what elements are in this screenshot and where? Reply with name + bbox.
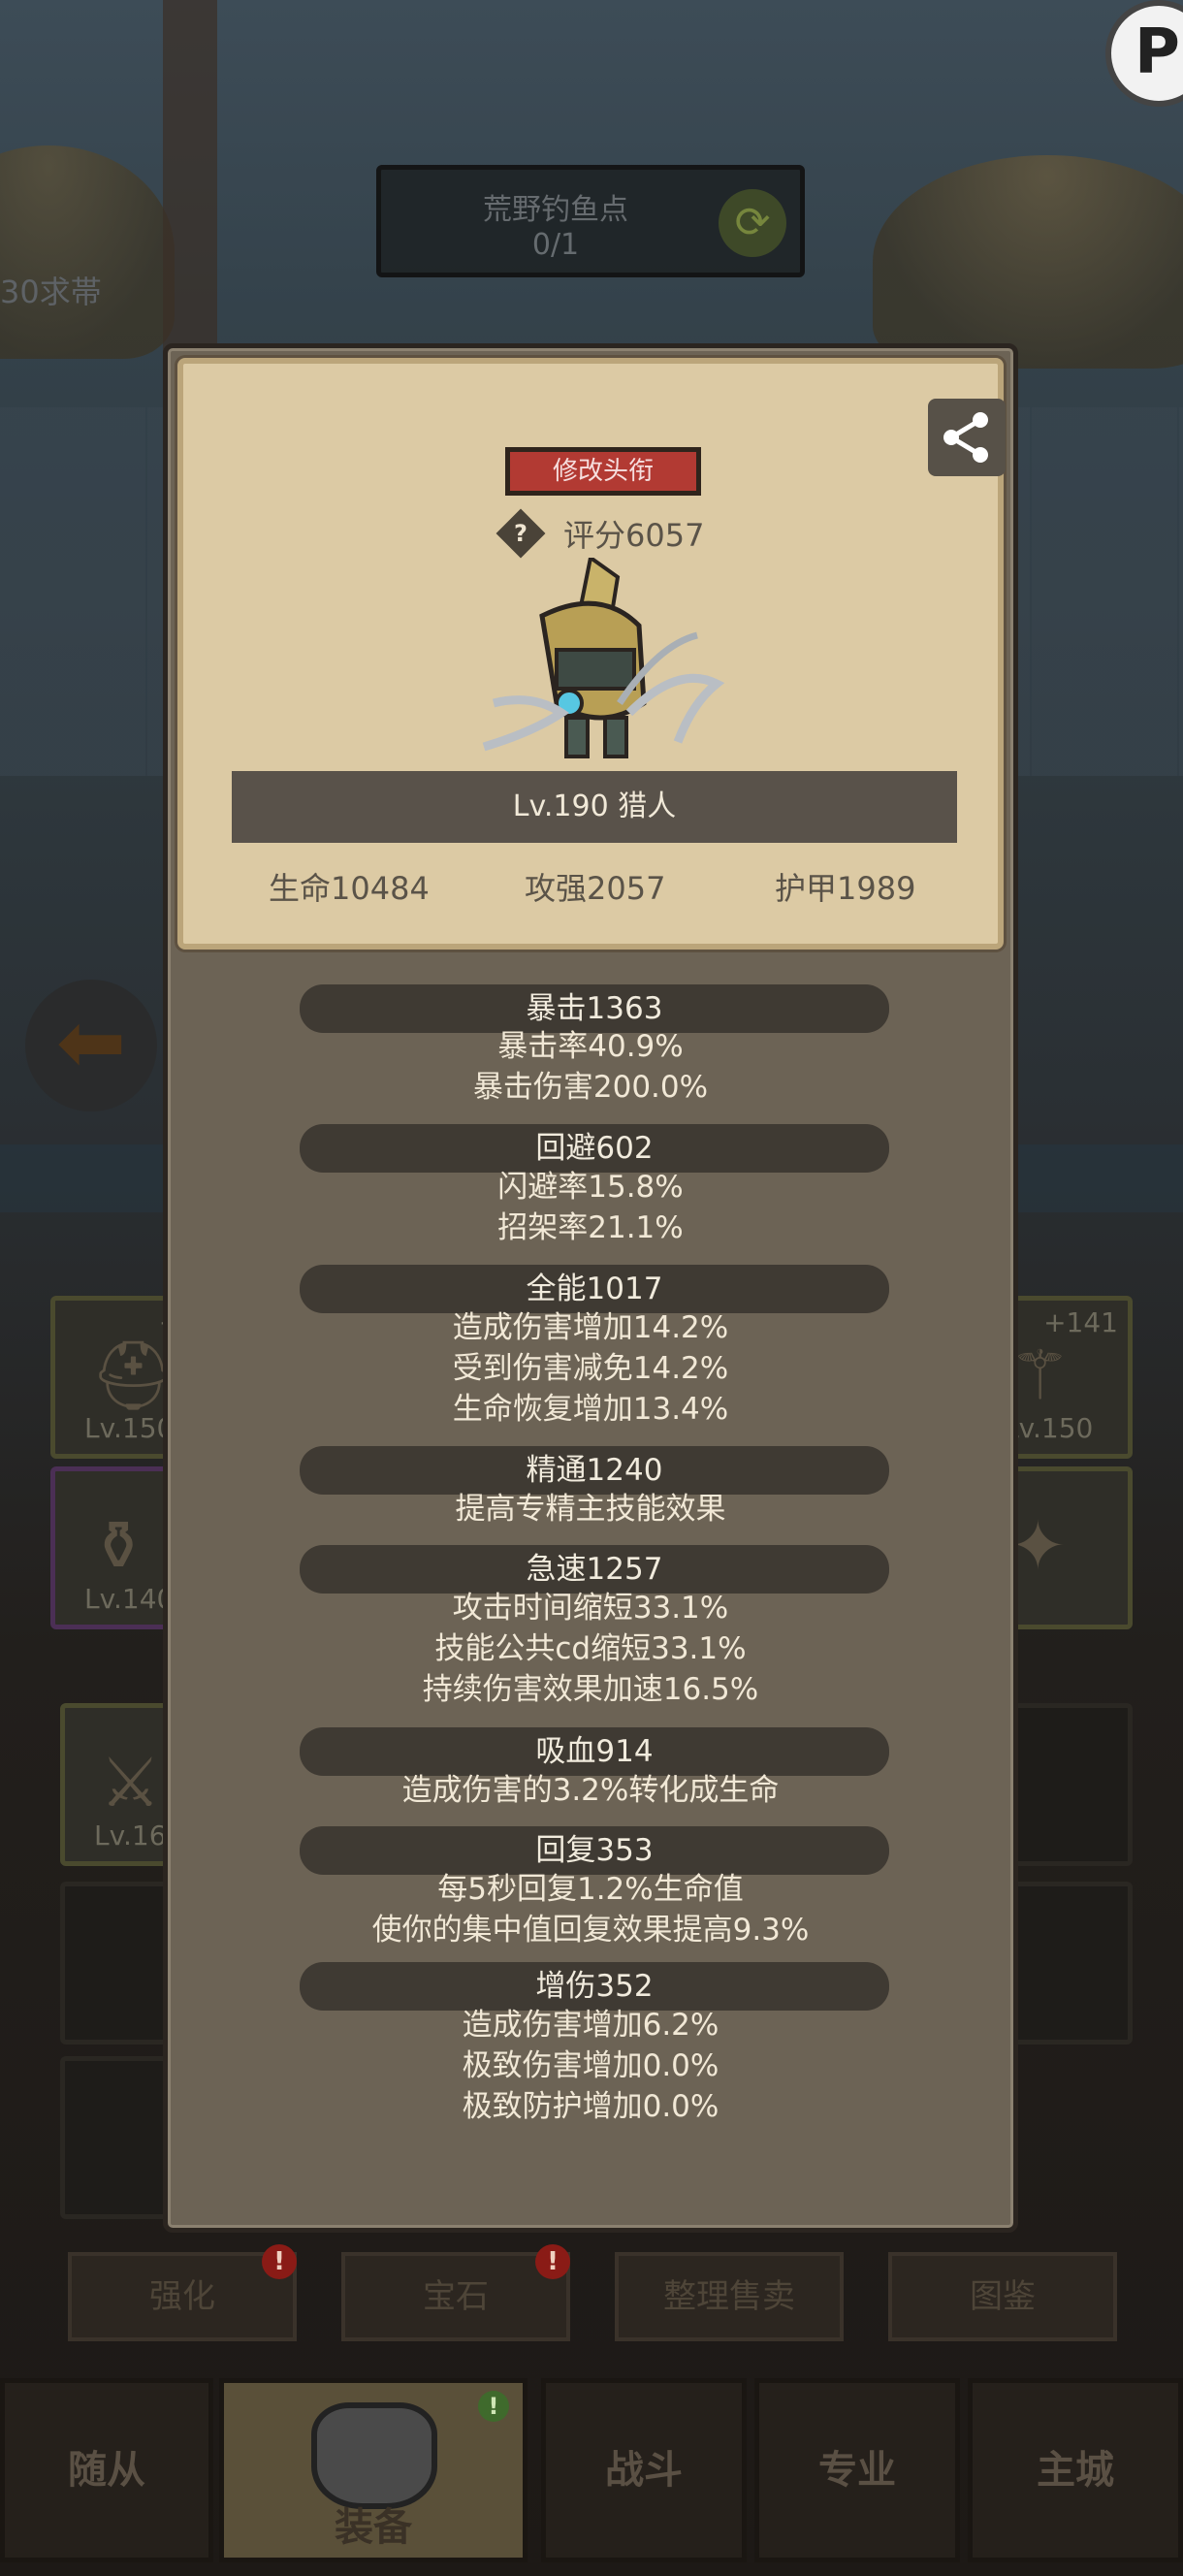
stat-line: 技能公共cd缩短33.1% bbox=[434, 1631, 747, 1666]
stat-line: 生命恢复增加13.4% bbox=[452, 1392, 729, 1427]
sort-sell-label: 整理售卖 bbox=[663, 2277, 795, 2316]
hunter-character bbox=[482, 558, 725, 758]
gem-button[interactable]: 宝石 ! bbox=[341, 2244, 570, 2341]
wooden-pole bbox=[163, 0, 217, 369]
share-icon bbox=[943, 412, 988, 463]
stat-group-header: 暴击1363 bbox=[300, 984, 889, 1033]
hut-right bbox=[873, 155, 1183, 369]
location-count: 0/1 bbox=[531, 228, 580, 262]
nav-badge: ! bbox=[478, 2391, 509, 2422]
nav-tab-battle[interactable]: 战斗 bbox=[541, 2378, 747, 2562]
location-box[interactable]: 荒野钓鱼点 0/1 ⟳ bbox=[376, 165, 805, 277]
enhance-label: 强化 bbox=[149, 2277, 215, 2316]
slot-plus: +141 bbox=[1043, 1306, 1118, 1338]
stat-line: 闪避率15.8% bbox=[497, 1170, 684, 1205]
stat-line: 受到伤害减免14.2% bbox=[452, 1351, 729, 1386]
stat-line: 造成伤害增加14.2% bbox=[452, 1310, 729, 1345]
slot-level: Lv.140 bbox=[84, 1583, 175, 1615]
stat-armor: 护甲1989 bbox=[775, 870, 916, 907]
stat-hp: 生命10484 bbox=[269, 870, 430, 907]
enhance-button[interactable]: 强化 ! bbox=[68, 2244, 297, 2341]
corner-logo[interactable]: P bbox=[1105, 0, 1183, 107]
slot-level: Lv.150 bbox=[84, 1412, 175, 1444]
alert-badge: ! bbox=[535, 2244, 570, 2279]
location-name: 荒野钓鱼点 bbox=[483, 193, 628, 227]
stat-group-header: 吸血914 bbox=[300, 1727, 889, 1776]
stat-line: 攻击时间缩短33.1% bbox=[452, 1591, 729, 1626]
stat-line: 极致防护增加0.0% bbox=[462, 2089, 719, 2124]
stat-group-header: 回避602 bbox=[300, 1124, 889, 1173]
back-button[interactable]: ⬅ bbox=[25, 980, 157, 1111]
codex-button[interactable]: 图鉴 bbox=[888, 2252, 1117, 2341]
nav-tab-followers[interactable]: 随从 bbox=[0, 2378, 213, 2562]
stat-attack: 攻强2057 bbox=[525, 870, 666, 907]
nav-label: 装备 bbox=[335, 2505, 412, 2550]
wand-icon: ⚚ bbox=[1009, 1336, 1071, 1415]
stat-line: 造成伤害增加6.2% bbox=[462, 2008, 719, 2043]
stat-line: 造成伤害的3.2%转化成生命 bbox=[401, 1773, 780, 1808]
stat-group-header: 急速1257 bbox=[300, 1545, 889, 1594]
share-button[interactable] bbox=[928, 399, 1006, 476]
character-stats-panel: 修改头衔 ? 评分6057 Lv.190 猎人 生命10484 攻强2057 护… bbox=[163, 343, 1018, 2233]
edit-title-button[interactable]: 修改头衔 bbox=[505, 447, 701, 496]
refresh-icon[interactable]: ⟳ bbox=[719, 189, 786, 257]
bag-icon: ⚱ bbox=[90, 1506, 147, 1586]
nav-label: 战斗 bbox=[605, 2448, 683, 2493]
nav-tab-main-city[interactable]: 主城 bbox=[968, 2378, 1183, 2562]
stat-line: 持续伤害效果加速16.5% bbox=[422, 1672, 759, 1707]
stat-line: 暴击伤害200.0% bbox=[472, 1070, 709, 1105]
score-row: ? 评分6057 bbox=[496, 508, 705, 559]
nav-tab-profession[interactable]: 专业 bbox=[754, 2378, 960, 2562]
left-note: 30求帯 bbox=[0, 274, 102, 310]
weapon-icon: ⚔ bbox=[100, 1743, 161, 1822]
stat-group-header: 精通1240 bbox=[300, 1446, 889, 1495]
score-text: 评分6057 bbox=[563, 517, 705, 554]
character-card: 修改头衔 ? 评分6057 Lv.190 猎人 生命10484 攻强2057 护… bbox=[177, 358, 1006, 950]
sort-sell-button[interactable]: 整理售卖 bbox=[615, 2252, 844, 2341]
stat-line: 暴击率40.9% bbox=[497, 1029, 684, 1064]
help-icon[interactable]: ? bbox=[496, 508, 546, 559]
nav-label: 专业 bbox=[818, 2448, 896, 2493]
stat-line: 招架率21.1% bbox=[497, 1210, 684, 1245]
codex-label: 图鉴 bbox=[970, 2277, 1036, 2316]
stat-line: 极致伤害增加0.0% bbox=[462, 2048, 719, 2083]
stat-group-header: 增伤352 bbox=[300, 1962, 889, 2011]
alert-badge: ! bbox=[262, 2244, 297, 2279]
nav-label: 随从 bbox=[68, 2448, 145, 2493]
stat-group-header: 全能1017 bbox=[300, 1265, 889, 1313]
nav-label: 主城 bbox=[1037, 2448, 1114, 2493]
stat-line: 提高专精主技能效果 bbox=[455, 1492, 726, 1527]
hut-left bbox=[0, 145, 175, 359]
stat-line: 使你的集中值回复效果提高9.3% bbox=[371, 1913, 810, 1948]
armor-icon bbox=[311, 2402, 437, 2509]
stat-line: 每5秒回复1.2%生命值 bbox=[437, 1872, 744, 1907]
gem-label: 宝石 bbox=[423, 2277, 489, 2316]
character-name-banner: Lv.190 猎人 bbox=[232, 771, 957, 843]
nav-tab-equipment[interactable]: ! 装备 bbox=[219, 2378, 528, 2562]
stat-group-header: 回复353 bbox=[300, 1826, 889, 1875]
